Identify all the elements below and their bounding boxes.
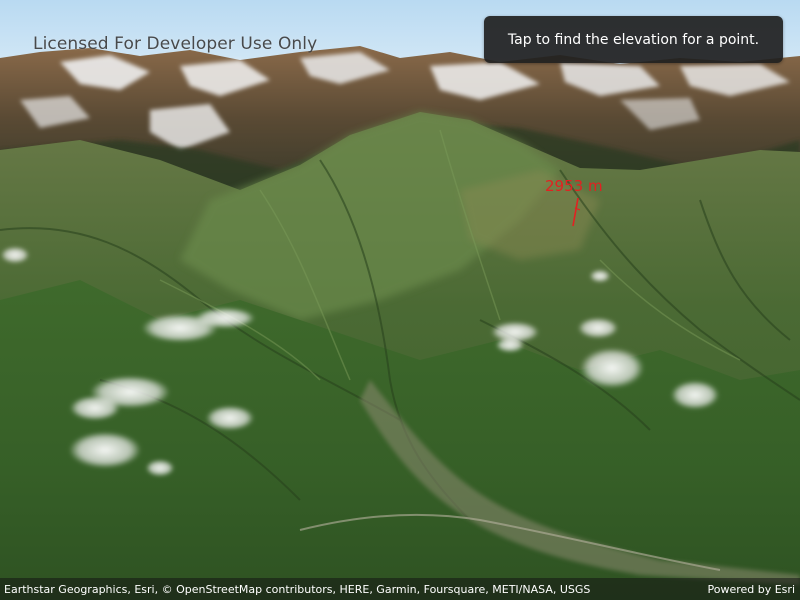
- instruction-panel: Tap to find the elevation for a point.: [484, 16, 783, 63]
- license-watermark: Licensed For Developer Use Only: [33, 34, 318, 54]
- elevation-marker-icon: [572, 198, 580, 227]
- instruction-text: Tap to find the elevation for a point.: [507, 31, 760, 48]
- attribution-bar: Earthstar Geographics, Esri, © OpenStree…: [0, 578, 800, 600]
- attribution-text[interactable]: Earthstar Geographics, Esri, © OpenStree…: [4, 583, 590, 596]
- powered-by-esri-link[interactable]: Powered by Esri: [707, 583, 795, 596]
- terrain-imagery[interactable]: [0, 0, 800, 600]
- map-scene-view[interactable]: Licensed For Developer Use Only Tap to f…: [0, 0, 800, 600]
- elevation-label: 2953 m: [545, 177, 603, 195]
